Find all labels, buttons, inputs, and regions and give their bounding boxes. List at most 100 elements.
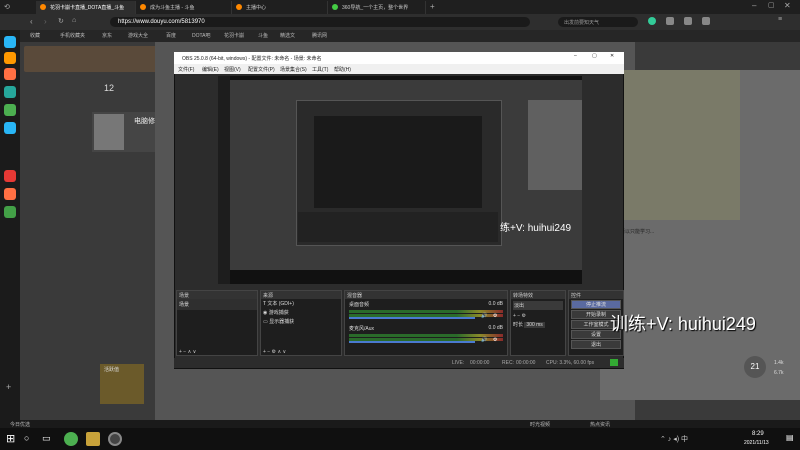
bookmark-item[interactable]: 花羽卡崩	[224, 32, 244, 39]
gear-icon[interactable]: ⚙	[493, 313, 497, 319]
menu-icon[interactable]: ≡	[778, 16, 782, 23]
speaker-icon[interactable]: 🔊	[481, 313, 487, 319]
menu-view[interactable]: 视图(V)	[224, 66, 241, 73]
obs-close-icon[interactable]: ✕	[610, 53, 614, 59]
menu-help[interactable]: 帮助(H)	[334, 66, 351, 73]
reload-icon[interactable]: ↻	[58, 17, 64, 25]
rec-label: REC:	[502, 360, 514, 366]
audio-meter	[349, 334, 503, 337]
home-icon[interactable]: ⌂	[72, 17, 76, 24]
volume-slider[interactable]	[349, 341, 475, 343]
sidebar-app-icon[interactable]	[4, 206, 16, 218]
sidebar-app-icon[interactable]	[4, 188, 16, 200]
scene-controls[interactable]: + − ∧ ∨	[179, 349, 196, 355]
gear-icon[interactable]: ⚙	[493, 337, 497, 343]
menu-tools[interactable]: 工具(T)	[312, 66, 328, 73]
mixer-channel-level: 0.0 dB	[488, 301, 503, 307]
transitions-title: 转场特效	[511, 291, 565, 299]
level-badge[interactable]: 21	[744, 356, 766, 378]
forward-arrow-icon[interactable]: ›	[44, 17, 47, 26]
tab-douyu-live[interactable]: 花羽卡崩卡直播_DOTA直播_斗鱼	[36, 1, 136, 14]
menu-file[interactable]: 文件(F)	[178, 66, 194, 73]
status-left-text[interactable]: 今日优选	[10, 421, 30, 428]
live-time: 00:00:00	[470, 360, 490, 366]
bookmark-item[interactable]: 腾讯网	[312, 32, 327, 39]
extension-icon[interactable]	[684, 17, 692, 25]
clock-date[interactable]: 2021/11/13	[744, 440, 769, 446]
bookmark-item[interactable]: 游戏大全	[128, 32, 148, 39]
notification-icon[interactable]: ▤	[786, 433, 794, 442]
browser-tab-bar: ⟲ 花羽卡崩卡直播_DOTA直播_斗鱼 成为斗鱼主播 - 斗鱼 主播中心 360…	[0, 0, 800, 14]
bookmark-item[interactable]: 京东	[102, 32, 112, 39]
sidebar-app-icon[interactable]	[4, 104, 16, 116]
close-icon[interactable]: ✕	[784, 1, 791, 10]
obs-maximize-icon[interactable]: ▢	[592, 53, 597, 59]
status-item[interactable]: 时光视频	[530, 421, 550, 428]
tray-icons[interactable]: ⌃ ♪ ◂) 中	[660, 434, 688, 444]
sidebar-app-icon[interactable]	[4, 36, 16, 48]
sidebar-app-icon[interactable]	[4, 170, 16, 182]
back-arrow-icon[interactable]: ‹	[30, 17, 33, 26]
stop-streaming-button[interactable]: 停止推流	[571, 300, 621, 309]
avatar[interactable]	[94, 114, 124, 150]
obs-minimize-icon[interactable]: –	[574, 53, 577, 59]
bookmark-item[interactable]: 精选文	[280, 32, 295, 39]
sidebar-app-icon[interactable]	[4, 68, 16, 80]
extension-icons[interactable]: ≡	[648, 16, 788, 27]
transition-select[interactable]: 淡出	[513, 301, 563, 310]
extension-icon[interactable]	[702, 17, 710, 25]
taskbar-search-icon[interactable]: ○	[24, 433, 29, 443]
transition-controls[interactable]: + − ⚙	[511, 312, 565, 320]
preview-left-strip	[218, 76, 230, 284]
source-controls[interactable]: + − ⚙ ∧ ∨	[263, 349, 286, 355]
tab-become-streamer[interactable]: 成为斗鱼主播 - 斗鱼	[136, 1, 232, 14]
back-icon[interactable]: ⟲	[4, 3, 10, 11]
extension-icon[interactable]	[666, 17, 674, 25]
volume-slider[interactable]	[349, 317, 475, 319]
bookmark-item[interactable]: DOTA吧	[192, 32, 211, 39]
menu-edit[interactable]: 编辑(E)	[202, 66, 219, 73]
tab-label: 360导航_一个主页，整个世界	[342, 5, 409, 11]
bookmark-item[interactable]: 收藏	[30, 32, 40, 39]
search-input[interactable]: 出发前要知天气	[558, 17, 638, 27]
clock-time[interactable]: 8:29	[752, 431, 764, 437]
duration-label: 时长	[513, 322, 524, 328]
taskbar-app-icon[interactable]	[86, 432, 100, 446]
mixer-channel-level: 0.0 dB	[488, 325, 503, 331]
speaker-icon[interactable]: 🔊	[481, 337, 487, 343]
source-item[interactable]: ◉ 游戏捕获	[261, 308, 341, 317]
extension-icon[interactable]	[648, 17, 656, 25]
bookmark-item[interactable]: 斗鱼	[258, 32, 268, 39]
level-badge-text: 21	[750, 362, 760, 371]
sidebar-app-icon[interactable]	[4, 52, 16, 64]
tab-streamer-center[interactable]: 主播中心	[232, 1, 328, 14]
page-header-banner	[24, 46, 174, 72]
nested-preview	[314, 116, 482, 208]
source-label: 游戏捕获	[268, 310, 289, 316]
taskbar-obs-icon[interactable]	[108, 432, 122, 446]
obs-preview[interactable]	[218, 76, 582, 284]
rec-time: 00:00:00	[516, 360, 536, 366]
scene-item[interactable]: 场景	[177, 299, 257, 310]
scenes-dock: 场景 场景 + − ∧ ∨	[176, 290, 258, 356]
source-item[interactable]: ▭ 显示器捕获	[261, 317, 341, 326]
bookmark-item[interactable]: 百度	[166, 32, 176, 39]
duration-input[interactable]: 300 ms	[524, 322, 545, 328]
sidebar-app-icon[interactable]	[4, 122, 16, 134]
url-input[interactable]: https://www.douyu.com/5813970	[110, 17, 530, 27]
bookmark-item[interactable]: 手机收藏夹	[60, 32, 85, 39]
new-tab-icon[interactable]: +	[430, 2, 435, 11]
minimize-icon[interactable]: –	[752, 1, 756, 10]
source-item[interactable]: T 文本 (GDI+)	[261, 299, 341, 308]
windows-start-icon[interactable]: ⊞	[6, 432, 15, 445]
menu-profile[interactable]: 配置文件(P)	[248, 66, 275, 73]
tab-360-nav[interactable]: 360导航_一个主页，整个世界	[328, 1, 426, 14]
exit-button[interactable]: 退出	[571, 340, 621, 349]
taskbar-app-icon[interactable]	[64, 432, 78, 446]
task-view-icon[interactable]: ▭	[42, 433, 51, 444]
add-icon[interactable]: +	[6, 382, 11, 392]
maximize-icon[interactable]: ▢	[768, 1, 775, 9]
status-item[interactable]: 热点资讯	[590, 421, 610, 428]
sidebar-app-icon[interactable]	[4, 86, 16, 98]
menu-scene-collection[interactable]: 场景集合(S)	[280, 66, 307, 73]
